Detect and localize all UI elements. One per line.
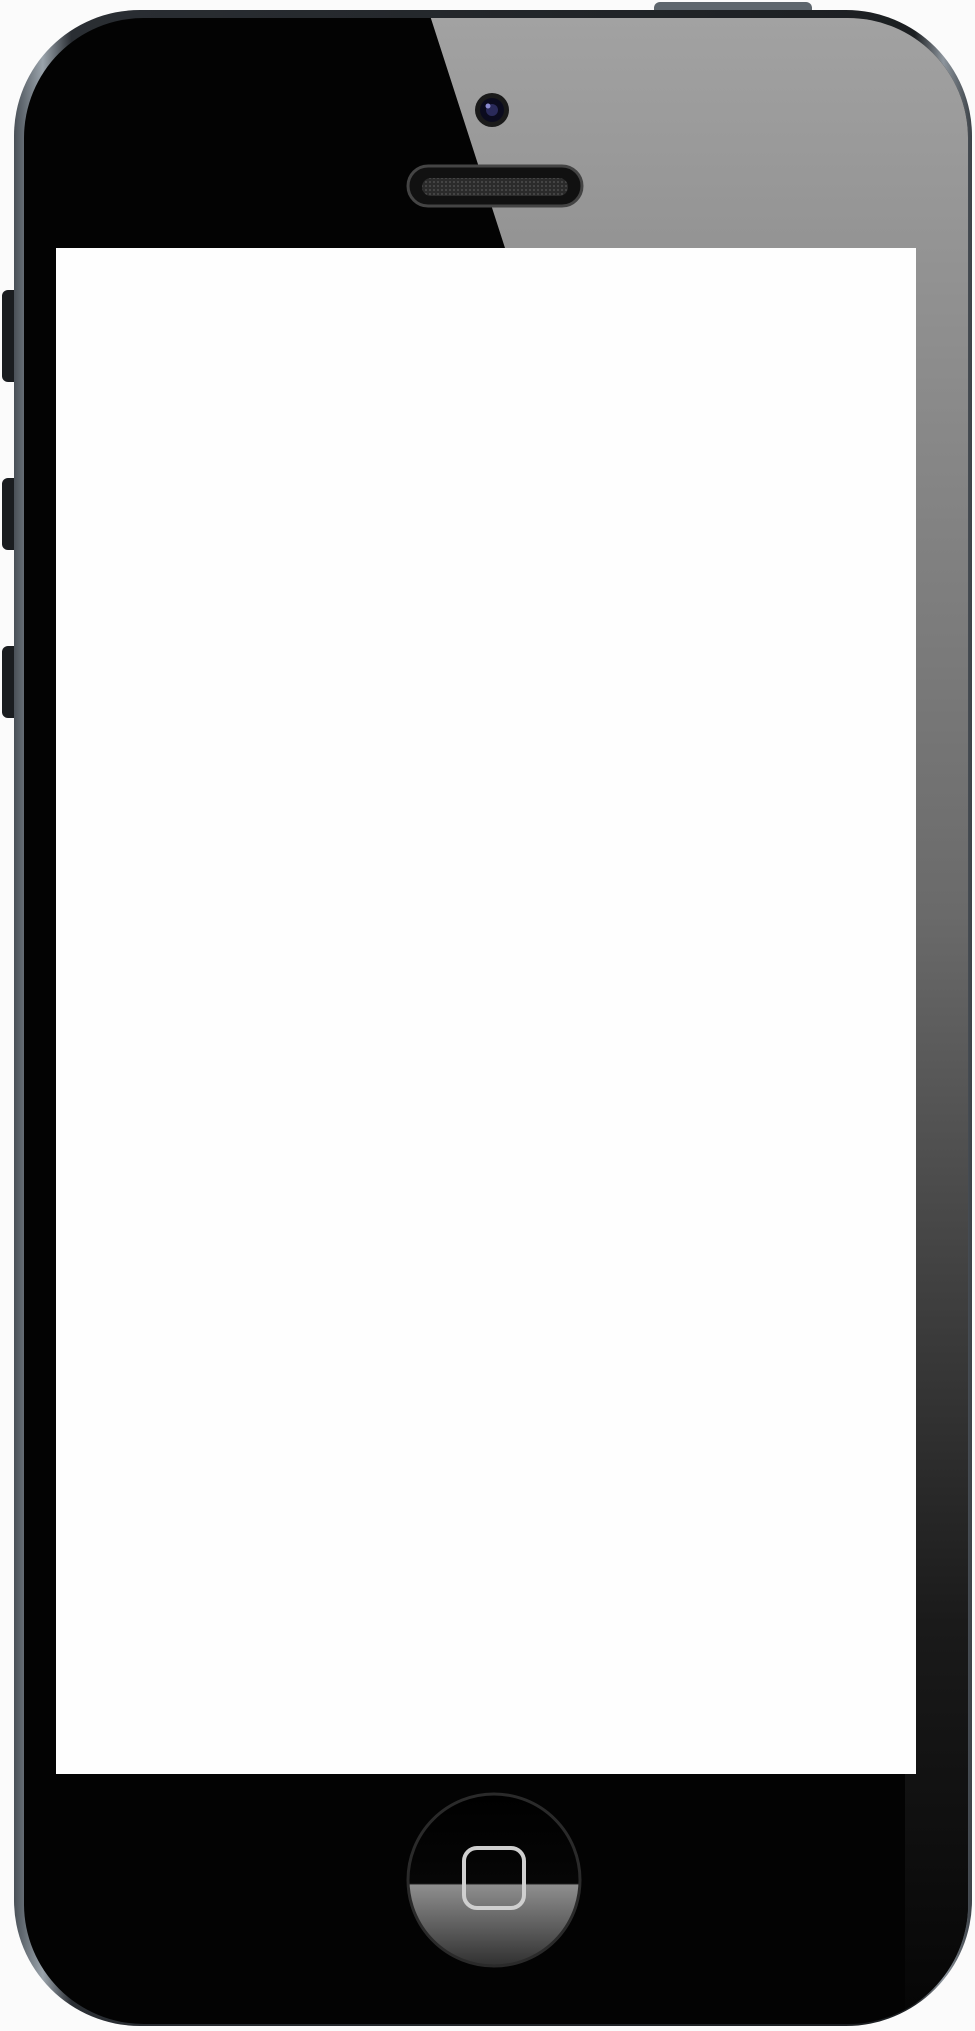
- earpiece-speaker-icon: [406, 164, 584, 208]
- home-button[interactable]: [406, 1792, 582, 1968]
- phone-mockup: [0, 0, 975, 2031]
- front-camera-icon: [475, 93, 509, 127]
- home-button-face: [406, 1792, 582, 1968]
- phone-screen: [56, 248, 916, 1774]
